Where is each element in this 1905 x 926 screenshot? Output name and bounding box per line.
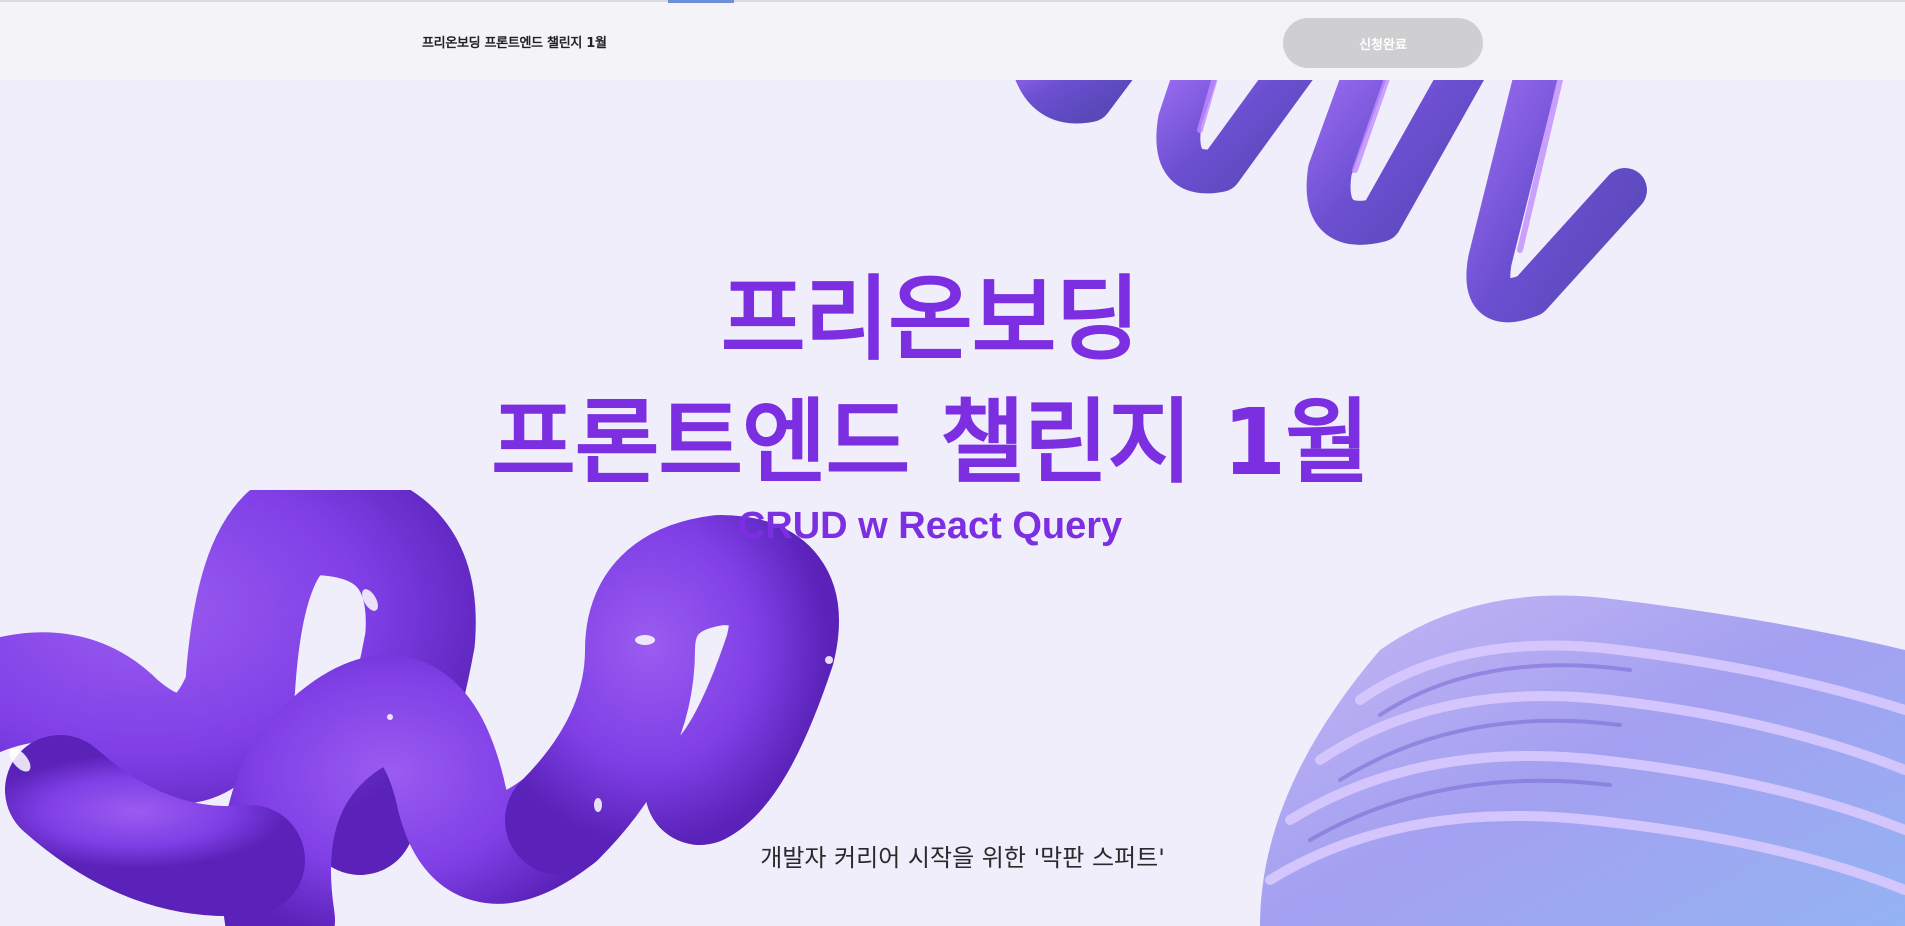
landing-page: 프리온보딩 프론트엔드 챌린지 1월 신청완료 프리온보딩 프론트엔드 챌린지 …: [0, 0, 1905, 926]
lavender-wave-decoration: [1260, 595, 1905, 926]
top-header: 프리온보딩 프론트엔드 챌린지 1월 신청완료: [0, 0, 1905, 80]
hero-title-line2: 프론트엔드 챌린지 1월: [491, 389, 1370, 496]
brand-title[interactable]: 프리온보딩 프론트엔드 챌린지 1월: [422, 32, 607, 51]
tab-indicator: [668, 0, 734, 3]
apply-complete-button[interactable]: 신청완료: [1283, 18, 1483, 68]
hero-subtitle: CRUD w React Query: [737, 505, 1123, 547]
hero-tagline: 개발자 커리어 시작을 위한 '막판 스퍼트': [760, 844, 1165, 872]
hero-tagline-wrap: 개발자 커리어 시작을 위한 '막판 스퍼트': [0, 838, 1905, 873]
hero-title-line1: 프리온보딩: [720, 266, 1140, 373]
